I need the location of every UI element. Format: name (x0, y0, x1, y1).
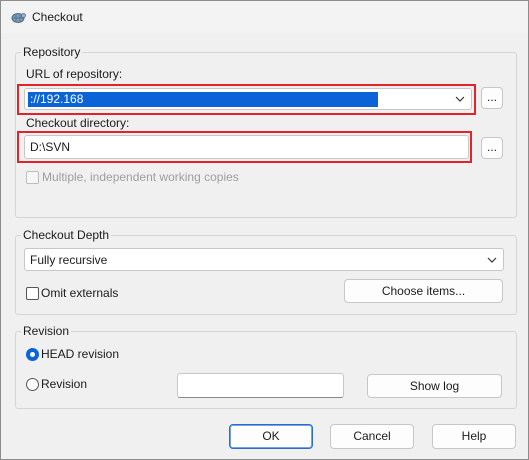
tortoise-icon (11, 13, 26, 23)
chevron-down-icon[interactable] (455, 94, 465, 104)
revision-label: Revision (41, 377, 88, 391)
checkout-depth-group (15, 235, 517, 315)
ok-button[interactable]: OK (229, 424, 313, 449)
multiple-copies-label: Multiple, independent working copies (42, 170, 239, 184)
help-button[interactable]: Help (432, 424, 516, 449)
revision-radio[interactable] (26, 378, 39, 391)
url-browse-button[interactable]: ... (481, 87, 503, 109)
checkout-depth-group-label: Checkout Depth (21, 228, 112, 242)
checkout-dir-value: D:\SVN (30, 140, 71, 154)
depth-select[interactable]: Fully recursive (24, 248, 504, 271)
revision-input[interactable] (177, 373, 344, 398)
revision-group-label: Revision (21, 324, 72, 338)
repository-group-label: Repository (21, 45, 83, 59)
multiple-copies-checkbox[interactable] (26, 171, 39, 184)
title-bar: Checkout (1, 1, 528, 33)
checkout-dir-label: Checkout directory: (26, 116, 130, 130)
window-title: Checkout (32, 10, 83, 24)
depth-selected-value: Fully recursive (30, 253, 108, 267)
url-value: ://192.168 (28, 92, 378, 107)
checkout-dialog: Checkout Repository URL of repository: :… (0, 0, 529, 460)
cancel-button[interactable]: Cancel (330, 424, 414, 449)
checkout-dir-input[interactable]: D:\SVN (24, 135, 469, 159)
omit-externals-checkbox[interactable] (26, 287, 39, 300)
head-revision-label: HEAD revision (41, 347, 120, 361)
show-log-button[interactable]: Show log (367, 374, 502, 398)
dir-browse-button[interactable]: ... (481, 137, 503, 159)
chevron-down-icon[interactable] (487, 255, 497, 265)
url-label: URL of repository: (26, 67, 123, 81)
url-combobox[interactable]: ://192.168 (24, 88, 472, 110)
choose-items-button[interactable]: Choose items... (344, 279, 503, 303)
omit-externals-label: Omit externals (41, 286, 119, 300)
head-revision-radio[interactable] (26, 348, 39, 361)
